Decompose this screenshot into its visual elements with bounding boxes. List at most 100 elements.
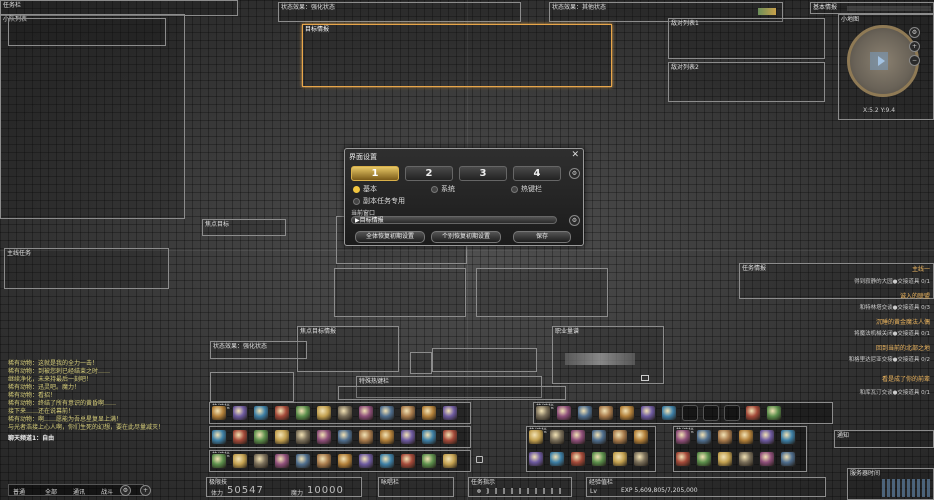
hotbar-slot[interactable] <box>211 429 227 445</box>
hotbar-slot[interactable] <box>337 429 353 445</box>
window-options-icon[interactable]: ⚙ <box>569 215 580 226</box>
hotbar-slot[interactable] <box>717 451 733 467</box>
hotbar-slot[interactable] <box>696 451 712 467</box>
hotbar-slot[interactable] <box>400 429 416 445</box>
hotbar-slot[interactable] <box>633 451 649 467</box>
tab-4[interactable]: 4 <box>513 166 561 181</box>
quest-title[interactable]: 沉睡的黄金魔法人偶 <box>876 317 930 326</box>
hotbar-slot[interactable] <box>703 405 719 421</box>
hotbar-slot[interactable] <box>442 429 458 445</box>
hotbar-slot[interactable] <box>253 429 269 445</box>
hotbar-slot[interactable] <box>358 453 374 469</box>
frame-notice[interactable]: 通知 <box>834 430 934 448</box>
hotbar-slot[interactable] <box>379 453 395 469</box>
hotbar-slot[interactable] <box>528 451 544 467</box>
radio-duty[interactable]: 副本任务专用 <box>353 196 405 206</box>
hotbar-slot[interactable] <box>675 451 691 467</box>
frame-status-small[interactable] <box>210 372 294 402</box>
hotbar-slot[interactable] <box>316 453 332 469</box>
chat-settings-icon[interactable]: ⚙ <box>120 485 131 496</box>
frame-main-side[interactable]: 主线任务 <box>4 248 169 289</box>
hotbar-slot[interactable] <box>696 429 712 445</box>
frame-party-buff[interactable] <box>432 348 537 372</box>
chat-tab[interactable]: 通讯 <box>73 487 85 496</box>
reset-all-button[interactable]: 全体恢复初期设置 <box>355 231 425 243</box>
frame-target-info[interactable]: 目标情报 <box>302 24 612 87</box>
hotbar-slot[interactable] <box>232 429 248 445</box>
hotbar-slot[interactable] <box>640 405 656 421</box>
frame-main-menu[interactable]: 基本情报 <box>810 2 934 14</box>
tab-3[interactable]: 3 <box>459 166 507 181</box>
hotbar-slot[interactable] <box>528 429 544 445</box>
quest-title[interactable]: 主线一 <box>912 264 930 273</box>
frame-focus-target[interactable]: 焦点目标 <box>202 219 286 236</box>
hotbar-slot[interactable] <box>535 405 551 421</box>
save-button[interactable]: 保存 <box>513 231 571 243</box>
hotbar-slot[interactable] <box>253 405 269 421</box>
quest-title[interactable]: 诚入的联盟 <box>900 291 930 300</box>
hotbar-slot[interactable] <box>274 453 290 469</box>
hotbar-slot[interactable] <box>745 405 761 421</box>
hotbar-slot[interactable] <box>337 405 353 421</box>
hotbar-slot[interactable] <box>724 405 740 421</box>
radio-system[interactable]: 系统 <box>431 184 455 194</box>
frame-exp-bar[interactable]: 经验值栏 Lv EXP 5,609,805/7,205,000 <box>586 477 826 497</box>
chat-log[interactable]: 稀有动物：这就是我的全力一击！ 稀有动物：到被您刺已经结束之时…… 继续净化，未来… <box>8 360 208 443</box>
chat-tab[interactable]: 普通 <box>13 487 25 496</box>
hotbar-slot[interactable] <box>633 429 649 445</box>
hotbar-slot[interactable] <box>358 429 374 445</box>
frame-small-marker[interactable] <box>410 352 432 374</box>
hotbar-slot[interactable] <box>612 429 628 445</box>
hotbar-slot[interactable] <box>379 405 395 421</box>
hotbar-slot[interactable] <box>232 405 248 421</box>
quest-title[interactable]: 回到当前的北部之地 <box>876 343 930 352</box>
chat-tab[interactable]: 战斗 <box>101 487 113 496</box>
hotbar-slot[interactable] <box>274 429 290 445</box>
chat-tab[interactable]: 全部 <box>45 487 57 496</box>
current-window-select[interactable]: ▶目标情报 <box>351 216 557 224</box>
hotbar-slot[interactable] <box>598 405 614 421</box>
minimap-zoom-out-icon[interactable]: − <box>909 55 920 66</box>
hotbar-slot[interactable] <box>274 405 290 421</box>
frame-status-enhance-2[interactable]: 状态效果：强化状态 <box>210 341 307 359</box>
hotbar-slot[interactable] <box>675 429 691 445</box>
frame-cast[interactable]: 咏唱栏 <box>378 477 454 497</box>
hotbar-slot[interactable] <box>316 405 332 421</box>
hotbar-slot[interactable] <box>661 405 677 421</box>
hotbar-slot[interactable] <box>316 429 332 445</box>
tab-1[interactable]: 1 <box>351 166 399 181</box>
frame-enemy-list-1[interactable]: 敌对列表1 <box>668 18 825 59</box>
radio-basic[interactable]: 基本 <box>353 184 377 194</box>
hotbar-slot[interactable] <box>612 451 628 467</box>
quest-title[interactable]: 看是成了你的前辈 <box>882 374 930 383</box>
hotbar-slot[interactable] <box>549 429 565 445</box>
hotbar-slot[interactable] <box>738 429 754 445</box>
hotbar-slot[interactable] <box>759 429 775 445</box>
chat-add-icon[interactable]: + <box>140 485 151 496</box>
reset-one-button[interactable]: 个别恢复初期设置 <box>431 231 501 243</box>
tab-2[interactable]: 2 <box>405 166 453 181</box>
frame-focus-target-2[interactable]: 焦点目标情报 <box>297 326 399 372</box>
hotbar-slot[interactable] <box>421 453 437 469</box>
hotbar-slot[interactable] <box>358 405 374 421</box>
hotbar-slot[interactable] <box>421 405 437 421</box>
hotbar-slot[interactable] <box>759 451 775 467</box>
tab-options-icon[interactable]: ⚙ <box>569 168 580 179</box>
frame-enemy-list-2[interactable]: 敌对列表2 <box>668 62 825 102</box>
hotbar-slot[interactable] <box>717 429 733 445</box>
hotbar-slot[interactable] <box>570 429 586 445</box>
hotbar-slot[interactable] <box>379 429 395 445</box>
hotbar-slot[interactable] <box>577 405 593 421</box>
hotbar-slot[interactable] <box>295 453 311 469</box>
minimap-zoom-in-icon[interactable]: + <box>909 41 920 52</box>
frame-party-sub[interactable] <box>8 18 166 46</box>
hotbar-slot[interactable] <box>556 405 572 421</box>
hotbar-slot[interactable] <box>211 405 227 421</box>
hotbar-slot[interactable] <box>253 453 269 469</box>
hotbar-slot[interactable] <box>442 453 458 469</box>
hotbar-slot[interactable] <box>738 451 754 467</box>
hotbar-slot[interactable] <box>780 451 796 467</box>
minimap-gear-icon[interactable]: ⚙ <box>909 27 920 38</box>
frame-duty-finder[interactable]: 职业量谱 <box>552 326 664 384</box>
hotbar-slot[interactable] <box>570 451 586 467</box>
